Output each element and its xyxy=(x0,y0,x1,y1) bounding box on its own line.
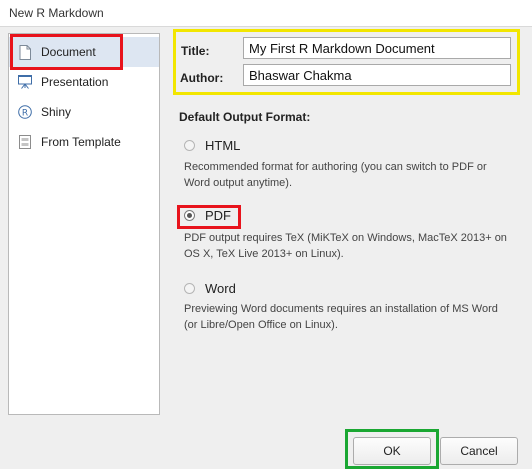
sidebar-item-shiny[interactable]: R Shiny xyxy=(9,97,159,127)
svg-text:R: R xyxy=(22,109,28,119)
sidebar-item-label: Presentation xyxy=(41,75,109,89)
word-radio-button[interactable] xyxy=(184,283,195,294)
sidebar-item-label: Shiny xyxy=(41,105,72,119)
html-radio-button[interactable] xyxy=(184,140,195,151)
sidebar-item-from-template[interactable]: From Template xyxy=(9,127,159,157)
html-description: Recommended format for authoring (you ca… xyxy=(184,161,487,189)
radio-word[interactable]: Word xyxy=(184,281,236,296)
radio-pdf[interactable]: PDF xyxy=(184,208,231,223)
sidebar-item-label: From Template xyxy=(41,135,121,149)
title-label: Title: xyxy=(181,44,210,58)
author-label: Author: xyxy=(180,71,224,85)
sidebar-item-presentation[interactable]: Presentation xyxy=(9,67,159,97)
author-input[interactable] xyxy=(243,64,511,86)
document-icon xyxy=(18,44,32,60)
radio-html[interactable]: HTML xyxy=(184,138,240,153)
sidebar-item-label: Document xyxy=(41,45,96,59)
sidebar-item-document[interactable]: Document xyxy=(9,37,159,67)
shiny-r-icon: R xyxy=(18,104,32,120)
output-format-label: Default Output Format: xyxy=(179,110,311,124)
ok-button[interactable]: OK xyxy=(353,437,431,465)
pdf-radio-button[interactable] xyxy=(184,210,195,221)
radio-label: PDF xyxy=(205,208,231,223)
cancel-button[interactable]: Cancel xyxy=(440,437,518,465)
template-icon xyxy=(18,134,32,150)
title-bar: New R Markdown xyxy=(0,0,532,27)
radio-label: HTML xyxy=(205,138,241,153)
radio-label: Word xyxy=(205,281,236,296)
window-title: New R Markdown xyxy=(9,6,104,20)
word-description: Previewing Word documents requires an in… xyxy=(184,303,498,331)
pdf-description: PDF output requires TeX (MiKTeX on Windo… xyxy=(184,232,507,260)
presentation-icon xyxy=(18,74,32,90)
title-input[interactable] xyxy=(243,37,511,59)
template-type-list: Document Presentation R Shiny From Templ… xyxy=(8,33,160,415)
